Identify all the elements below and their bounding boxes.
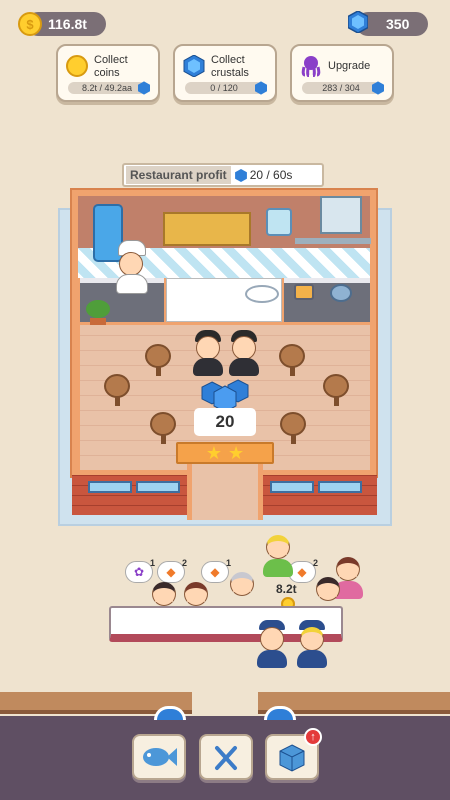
window <box>136 481 180 493</box>
window <box>318 481 362 493</box>
order-bubble: ◆ <box>201 561 229 583</box>
waiter-body <box>193 358 223 376</box>
customer-head <box>184 582 208 606</box>
cashier[interactable] <box>296 620 328 668</box>
fish-icon: ◆ <box>297 565 307 579</box>
window <box>88 481 132 493</box>
fish-icon: ◆ <box>166 565 176 579</box>
coin-icon: $ <box>18 12 42 36</box>
notification-badge: ↑ <box>304 728 322 746</box>
waiter[interactable] <box>228 330 260 376</box>
order-count: 2 <box>182 558 188 568</box>
octopus-icon: ✿ <box>133 565 145 579</box>
order-count: 1 <box>150 558 156 568</box>
customer[interactable] <box>262 535 294 577</box>
box-icon <box>279 744 305 772</box>
order-count: 1 <box>226 558 232 568</box>
fish-button[interactable] <box>132 734 186 780</box>
customer-head <box>316 577 340 601</box>
plates-stack <box>245 285 279 303</box>
crystal-icon <box>255 81 267 95</box>
cashier[interactable] <box>256 620 288 668</box>
crystal-icon <box>234 168 247 182</box>
card-progress: 283 / 304 <box>302 82 380 94</box>
utensils-icon <box>215 746 237 770</box>
stool[interactable] <box>280 412 306 444</box>
teapot <box>330 284 352 302</box>
crystal-pile-icon[interactable] <box>198 376 254 412</box>
sink-faucet <box>266 208 292 236</box>
kitchen-button[interactable] <box>199 734 253 780</box>
crystal-icon <box>372 81 384 95</box>
stool[interactable] <box>150 412 176 444</box>
rating-sign: ★ ★ <box>176 442 274 464</box>
card-title: Collect crustals <box>211 54 249 79</box>
coin-earned-amount: 8.2t <box>276 582 297 596</box>
order-bubble: ◆ <box>157 561 185 583</box>
order-bubble: ✿ <box>125 561 153 583</box>
stool[interactable] <box>279 344 305 376</box>
fish-icon: ◆ <box>210 565 220 579</box>
star-icon: ★ <box>205 443 222 463</box>
waiter-body <box>229 358 259 376</box>
cashier-head <box>260 627 284 651</box>
stool[interactable] <box>145 344 171 376</box>
boiler <box>320 196 362 234</box>
coin-icon <box>66 55 88 77</box>
fish-icon <box>143 748 177 766</box>
card-title: Collect coins <box>94 54 128 79</box>
arrow-up-icon: ↑ <box>310 731 316 743</box>
gem-reward-amount[interactable]: 20 <box>194 408 256 436</box>
profit-value: 20 / 60s <box>249 168 293 182</box>
order-count: 2 <box>313 558 319 568</box>
customer-body <box>263 559 293 577</box>
chef-body <box>116 274 148 294</box>
upgrade-card[interactable]: Upgrade 283 / 304 <box>290 44 394 102</box>
collect-crystals-card[interactable]: Collect crustals 0 / 120 <box>173 44 277 102</box>
pipes <box>295 238 371 244</box>
cashier-body <box>297 650 327 668</box>
crystal-icon <box>138 81 150 95</box>
waiter-head <box>232 336 256 360</box>
star-icon: ★ <box>228 443 245 463</box>
window <box>270 481 314 493</box>
crystal-icon <box>348 11 368 33</box>
collect-coins-card[interactable]: Collect coins 8.2t / 49.2aa <box>56 44 160 102</box>
card-progress: 8.2t / 49.2aa <box>68 82 146 94</box>
waiter[interactable] <box>192 330 224 376</box>
profit-label: Restaurant profit <box>126 166 231 184</box>
waiter-head <box>196 336 220 360</box>
customer-head <box>230 572 254 596</box>
card-progress: 0 / 120 <box>185 82 263 94</box>
customer-head <box>152 582 176 606</box>
stool[interactable] <box>323 374 349 406</box>
cupboard <box>163 212 251 246</box>
crystal-icon <box>183 55 205 77</box>
stool[interactable] <box>104 374 130 406</box>
octopus-icon <box>301 56 321 77</box>
customer-head <box>266 535 290 559</box>
cashier-body <box>257 650 287 668</box>
card-title: Upgrade <box>328 60 371 72</box>
cashier-head <box>300 627 324 651</box>
chef-head <box>119 252 143 276</box>
gem-count: 350 <box>386 16 410 32</box>
stove-pot <box>294 284 314 300</box>
coin-count: 116.8t <box>48 16 87 32</box>
chef[interactable] <box>112 240 152 294</box>
restaurant-profit-banner: Restaurant profit 20 / 60s <box>122 163 324 187</box>
entrance-path <box>187 464 263 520</box>
